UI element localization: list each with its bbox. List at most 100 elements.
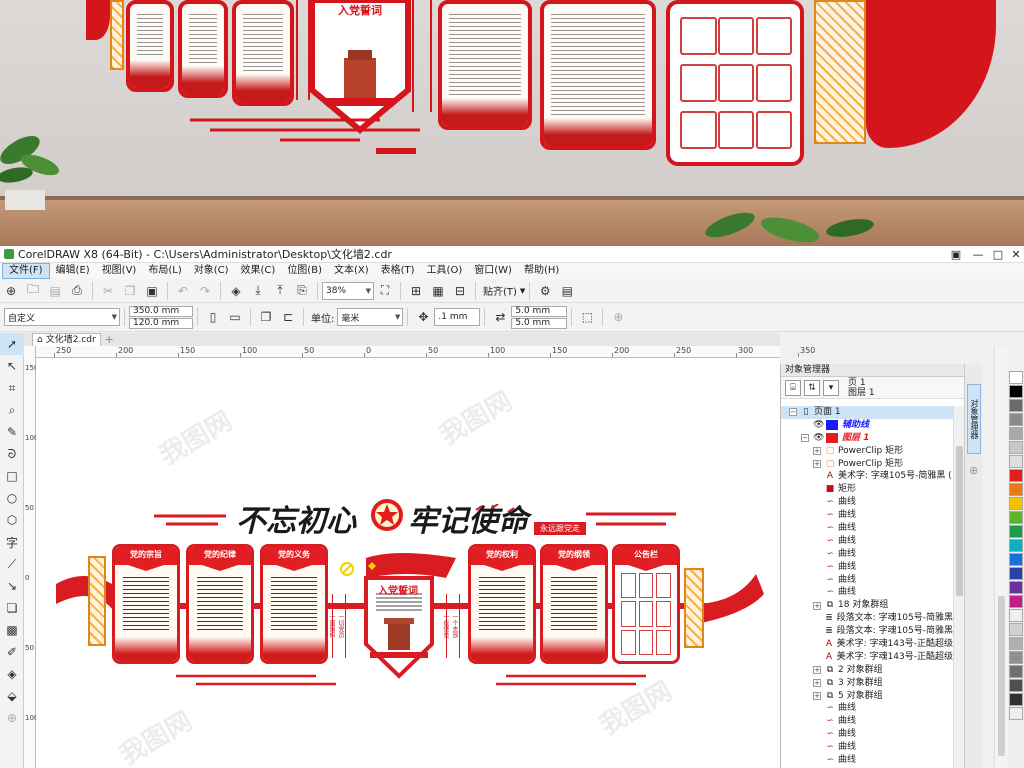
palette-swatch[interactable] [1009, 371, 1023, 384]
palette-swatch[interactable] [1009, 665, 1023, 678]
shape-tool-icon[interactable]: ↖ [0, 355, 24, 377]
object-manager-tab[interactable]: 对象管理器 [967, 384, 981, 454]
expand-icon[interactable]: + [813, 679, 821, 688]
all-pages-icon[interactable]: ❐ [256, 307, 276, 327]
new-document-icon[interactable]: ⊕ [1, 281, 21, 301]
palette-swatch[interactable] [1009, 399, 1023, 412]
object-tree-row[interactable]: ∽ 曲线 [781, 535, 953, 548]
palette-swatch[interactable] [1009, 553, 1023, 566]
expand-icon[interactable]: + [813, 460, 821, 468]
interactive-fill-icon[interactable]: ◈ [0, 663, 24, 685]
collapse-icon[interactable]: − [789, 408, 797, 417]
palette-swatch[interactable] [1009, 679, 1023, 692]
application-launcher-icon[interactable]: ▤ [557, 281, 577, 301]
text-tool-icon[interactable]: 字 [0, 531, 24, 553]
menu-help[interactable]: 帮助(H) [518, 263, 565, 279]
menu-text[interactable]: 文本(X) [328, 263, 375, 279]
object-tree-row[interactable]: + ⧉ 18 对象群组 [781, 599, 953, 612]
show-grid-icon[interactable]: ▦ [428, 281, 448, 301]
palette-swatch[interactable] [1009, 483, 1023, 496]
canvas-vertical-scrollbar[interactable] [994, 346, 1008, 768]
expand-icon[interactable]: + [813, 692, 821, 701]
palette-swatch[interactable] [1009, 581, 1023, 594]
duplicate-y-input[interactable]: 5.0 mm [511, 317, 568, 329]
zoom-tool-icon[interactable]: ⌕ [0, 399, 24, 421]
freehand-tool-icon[interactable]: ✎ [0, 421, 24, 443]
oath-shield[interactable] [336, 548, 466, 688]
layer-color-swatch[interactable] [826, 433, 838, 444]
object-tree-row[interactable]: + ⧉ 3 对象群组 [781, 677, 953, 690]
current-page-icon[interactable]: ⊏ [278, 307, 298, 327]
palette-swatch[interactable] [1009, 693, 1023, 706]
page-size-select[interactable]: 自定义 ▼ [4, 308, 120, 326]
undo-icon[interactable]: ↶ [173, 281, 193, 301]
object-tree-row[interactable]: − 👁 图层 1 [781, 432, 953, 445]
treat-as-filled-icon[interactable]: ⬚ [577, 307, 597, 327]
content-panel[interactable]: 党的权利 [468, 544, 536, 664]
show-guidelines-icon[interactable]: ⊟ [450, 281, 470, 301]
artistic-media-icon[interactable]: ᘐ [0, 443, 24, 465]
palette-swatch[interactable] [1009, 497, 1023, 510]
units-select[interactable]: 毫米 ▼ [337, 308, 404, 326]
object-tree-row[interactable]: A 美术字: 字魂143号-正酷超级 [781, 651, 953, 664]
export-icon[interactable]: ⤒ [270, 281, 290, 301]
object-tree-row[interactable]: ■ 矩形 [781, 483, 953, 496]
object-tree-row[interactable]: A 美术字: 字魂143号-正酷超级 [781, 638, 953, 651]
palette-swatch[interactable] [1009, 609, 1023, 622]
palette-swatch[interactable] [1009, 595, 1023, 608]
parallel-dimension-icon[interactable]: ⟋ [0, 553, 24, 575]
landscape-icon[interactable]: ▭ [225, 307, 245, 327]
menu-table[interactable]: 表格(T) [375, 263, 421, 279]
content-panel[interactable]: 党的义务 [260, 544, 328, 664]
expand-icon[interactable]: + [813, 447, 821, 456]
page-height-input[interactable]: 120.0 mm [129, 317, 193, 329]
publish-pdf-icon[interactable]: ⎘ [292, 281, 312, 301]
page-width-input[interactable]: 350.0 mm [129, 305, 193, 317]
palette-swatch[interactable] [1009, 651, 1023, 664]
palette-swatch[interactable] [1009, 707, 1023, 720]
copy-icon[interactable]: ❐ [120, 281, 140, 301]
palette-swatch[interactable] [1009, 469, 1023, 482]
object-tree-row[interactable]: + ⧉ 5 对象群组 [781, 690, 953, 703]
vertical-ruler[interactable]: 150 100 50 0 50 100 [24, 346, 38, 768]
menu-bitmaps[interactable]: 位图(B) [281, 263, 328, 279]
palette-swatch[interactable] [1009, 637, 1023, 650]
search-content-icon[interactable]: ◈ [226, 281, 246, 301]
object-tree-row[interactable]: ∽ 曲线 [781, 574, 953, 587]
menu-file[interactable]: 文件(F) [2, 263, 50, 279]
menu-view[interactable]: 视图(V) [96, 263, 143, 279]
menu-tools[interactable]: 工具(O) [421, 263, 469, 279]
object-tree-row[interactable]: ≣ 段落文本: 字魂105号-简雅黑 [781, 625, 953, 638]
object-tree-row[interactable]: ∽ 曲线 [781, 496, 953, 509]
print-icon[interactable]: ⎙ [67, 281, 87, 301]
object-tree-row[interactable]: − ▯ 页面 1 [781, 406, 953, 419]
palette-swatch[interactable] [1009, 511, 1023, 524]
menu-effects[interactable]: 效果(C) [235, 263, 282, 279]
layer-manager-view-icon[interactable]: ⇅ [804, 379, 820, 396]
notice-board-panel[interactable]: 公告栏 [612, 544, 680, 664]
import-icon[interactable]: ⤓ [248, 281, 268, 301]
palette-swatch[interactable] [1009, 455, 1023, 468]
menu-window[interactable]: 窗口(W) [468, 263, 518, 279]
document-tab[interactable]: ⌂ 文化墙2.cdr [32, 333, 101, 346]
object-tree-row[interactable]: ∽ 曲线 [781, 754, 953, 767]
cut-icon[interactable]: ✂ [98, 281, 118, 301]
object-tree-row[interactable]: ∽ 曲线 [781, 702, 953, 715]
object-tree-row[interactable]: ∽ 曲线 [781, 586, 953, 599]
connector-tool-icon[interactable]: ↘ [0, 575, 24, 597]
options-gear-icon[interactable]: ⚙ [535, 281, 555, 301]
add-docker-icon[interactable]: ⊕ [969, 464, 978, 477]
expand-icon[interactable]: + [813, 601, 821, 610]
object-tree-row[interactable]: ∽ 曲线 [781, 561, 953, 574]
new-tab-icon[interactable]: + [105, 333, 114, 346]
add-tool-icon[interactable]: ⊕ [0, 707, 24, 729]
object-tree-row[interactable]: ∽ 曲线 [781, 548, 953, 561]
redo-icon[interactable]: ↷ [195, 281, 215, 301]
horizontal-ruler[interactable]: 250 200 150 100 50 0 50 100 150 200 250 300 350 [36, 346, 815, 358]
object-tree-row[interactable]: ≣ 段落文本: 字魂105号-简雅黑 [781, 612, 953, 625]
palette-swatch[interactable] [1009, 427, 1023, 440]
drawing-canvas[interactable]: 我图网 我图网 我图网 我图网 不忘初心 牢记使命 永远跟党走 党的宗旨 党的纪… [36, 358, 780, 768]
menu-edit[interactable]: 编辑(E) [50, 263, 96, 279]
object-tree-row[interactable]: + ▢ PowerClip 矩形 [781, 458, 953, 471]
full-screen-icon[interactable]: ⛶ [375, 281, 395, 301]
